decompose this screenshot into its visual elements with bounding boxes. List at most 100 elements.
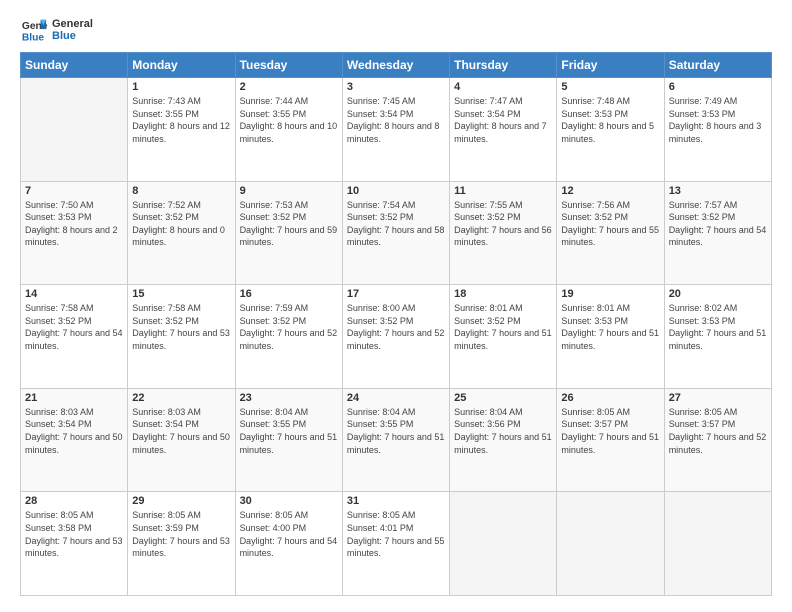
sunset-label: Sunset: 3:59 PM [132,523,199,533]
calendar-cell: 25 Sunrise: 8:04 AM Sunset: 3:56 PM Dayl… [450,388,557,492]
day-info: Sunrise: 8:05 AM Sunset: 3:57 PM Dayligh… [669,406,767,456]
day-number: 11 [454,185,552,197]
daylight-label: Daylight: 7 hours and 51 minutes. [561,328,659,351]
daylight-label: Daylight: 8 hours and 10 minutes. [240,121,338,144]
logo-blue: Blue [52,30,93,42]
logo-general: General [52,18,93,30]
day-info: Sunrise: 7:55 AM Sunset: 3:52 PM Dayligh… [454,199,552,249]
calendar-cell: 23 Sunrise: 8:04 AM Sunset: 3:55 PM Dayl… [235,388,342,492]
day-info: Sunrise: 7:49 AM Sunset: 3:53 PM Dayligh… [669,95,767,145]
day-info: Sunrise: 7:47 AM Sunset: 3:54 PM Dayligh… [454,95,552,145]
day-info: Sunrise: 8:04 AM Sunset: 3:55 PM Dayligh… [240,406,338,456]
sunset-label: Sunset: 3:57 PM [561,419,628,429]
daylight-label: Daylight: 8 hours and 3 minutes. [669,121,762,144]
day-info: Sunrise: 8:02 AM Sunset: 3:53 PM Dayligh… [669,302,767,352]
sunrise-label: Sunrise: 8:05 AM [240,510,309,520]
sunrise-label: Sunrise: 8:04 AM [240,407,309,417]
sunset-label: Sunset: 3:53 PM [669,316,736,326]
day-number: 8 [132,185,230,197]
daylight-label: Daylight: 7 hours and 54 minutes. [240,536,338,559]
day-number: 15 [132,288,230,300]
week-row-3: 14 Sunrise: 7:58 AM Sunset: 3:52 PM Dayl… [21,285,772,389]
day-info: Sunrise: 7:56 AM Sunset: 3:52 PM Dayligh… [561,199,659,249]
sunrise-label: Sunrise: 7:44 AM [240,96,309,106]
sunrise-label: Sunrise: 7:56 AM [561,200,630,210]
day-number: 7 [25,185,123,197]
day-info: Sunrise: 8:03 AM Sunset: 3:54 PM Dayligh… [132,406,230,456]
calendar-cell [21,78,128,182]
sunrise-label: Sunrise: 7:53 AM [240,200,309,210]
day-number: 10 [347,185,445,197]
daylight-label: Daylight: 7 hours and 51 minutes. [240,432,338,455]
sunrise-label: Sunrise: 7:55 AM [454,200,523,210]
day-number: 30 [240,495,338,507]
sunset-label: Sunset: 3:52 PM [561,212,628,222]
calendar-cell: 21 Sunrise: 8:03 AM Sunset: 3:54 PM Dayl… [21,388,128,492]
sunrise-label: Sunrise: 8:05 AM [561,407,630,417]
sunrise-label: Sunrise: 8:03 AM [132,407,201,417]
sunrise-label: Sunrise: 8:05 AM [669,407,738,417]
daylight-label: Daylight: 8 hours and 0 minutes. [132,225,225,248]
daylight-label: Daylight: 7 hours and 50 minutes. [25,432,123,455]
day-number: 2 [240,81,338,93]
day-number: 18 [454,288,552,300]
weekday-saturday: Saturday [664,53,771,78]
daylight-label: Daylight: 7 hours and 56 minutes. [454,225,552,248]
day-info: Sunrise: 7:54 AM Sunset: 3:52 PM Dayligh… [347,199,445,249]
daylight-label: Daylight: 7 hours and 52 minutes. [669,432,767,455]
calendar-cell: 6 Sunrise: 7:49 AM Sunset: 3:53 PM Dayli… [664,78,771,182]
sunset-label: Sunset: 3:53 PM [669,109,736,119]
weekday-thursday: Thursday [450,53,557,78]
day-number: 21 [25,392,123,404]
day-info: Sunrise: 8:04 AM Sunset: 3:56 PM Dayligh… [454,406,552,456]
day-info: Sunrise: 8:00 AM Sunset: 3:52 PM Dayligh… [347,302,445,352]
day-number: 14 [25,288,123,300]
sunset-label: Sunset: 3:58 PM [25,523,92,533]
daylight-label: Daylight: 7 hours and 51 minutes. [669,328,767,351]
sunrise-label: Sunrise: 8:05 AM [132,510,201,520]
sunrise-label: Sunrise: 7:50 AM [25,200,94,210]
calendar-cell: 26 Sunrise: 8:05 AM Sunset: 3:57 PM Dayl… [557,388,664,492]
daylight-label: Daylight: 7 hours and 55 minutes. [561,225,659,248]
sunrise-label: Sunrise: 8:05 AM [25,510,94,520]
sunset-label: Sunset: 3:52 PM [132,316,199,326]
day-number: 25 [454,392,552,404]
day-info: Sunrise: 8:05 AM Sunset: 3:57 PM Dayligh… [561,406,659,456]
day-number: 26 [561,392,659,404]
sunrise-label: Sunrise: 7:43 AM [132,96,201,106]
calendar-cell: 28 Sunrise: 8:05 AM Sunset: 3:58 PM Dayl… [21,492,128,596]
calendar-cell: 29 Sunrise: 8:05 AM Sunset: 3:59 PM Dayl… [128,492,235,596]
day-number: 19 [561,288,659,300]
daylight-label: Daylight: 7 hours and 51 minutes. [561,432,659,455]
day-info: Sunrise: 7:57 AM Sunset: 3:52 PM Dayligh… [669,199,767,249]
sunrise-label: Sunrise: 7:52 AM [132,200,201,210]
calendar-cell: 24 Sunrise: 8:04 AM Sunset: 3:55 PM Dayl… [342,388,449,492]
sunset-label: Sunset: 3:55 PM [347,419,414,429]
day-info: Sunrise: 8:01 AM Sunset: 3:53 PM Dayligh… [561,302,659,352]
calendar-cell: 13 Sunrise: 7:57 AM Sunset: 3:52 PM Dayl… [664,181,771,285]
calendar-cell: 8 Sunrise: 7:52 AM Sunset: 3:52 PM Dayli… [128,181,235,285]
daylight-label: Daylight: 8 hours and 2 minutes. [25,225,118,248]
day-number: 9 [240,185,338,197]
daylight-label: Daylight: 7 hours and 52 minutes. [240,328,338,351]
sunset-label: Sunset: 3:52 PM [240,212,307,222]
day-info: Sunrise: 7:52 AM Sunset: 3:52 PM Dayligh… [132,199,230,249]
header: General Blue General Blue [20,16,772,44]
daylight-label: Daylight: 7 hours and 53 minutes. [25,536,123,559]
day-number: 23 [240,392,338,404]
day-number: 4 [454,81,552,93]
day-number: 28 [25,495,123,507]
day-info: Sunrise: 7:58 AM Sunset: 3:52 PM Dayligh… [132,302,230,352]
calendar-cell: 11 Sunrise: 7:55 AM Sunset: 3:52 PM Dayl… [450,181,557,285]
day-number: 3 [347,81,445,93]
sunset-label: Sunset: 4:00 PM [240,523,307,533]
daylight-label: Daylight: 7 hours and 52 minutes. [347,328,445,351]
weekday-sunday: Sunday [21,53,128,78]
sunrise-label: Sunrise: 8:05 AM [347,510,416,520]
sunrise-label: Sunrise: 8:04 AM [454,407,523,417]
calendar-cell [664,492,771,596]
sunset-label: Sunset: 3:53 PM [561,316,628,326]
weekday-monday: Monday [128,53,235,78]
calendar-cell: 3 Sunrise: 7:45 AM Sunset: 3:54 PM Dayli… [342,78,449,182]
sunrise-label: Sunrise: 8:01 AM [561,303,630,313]
